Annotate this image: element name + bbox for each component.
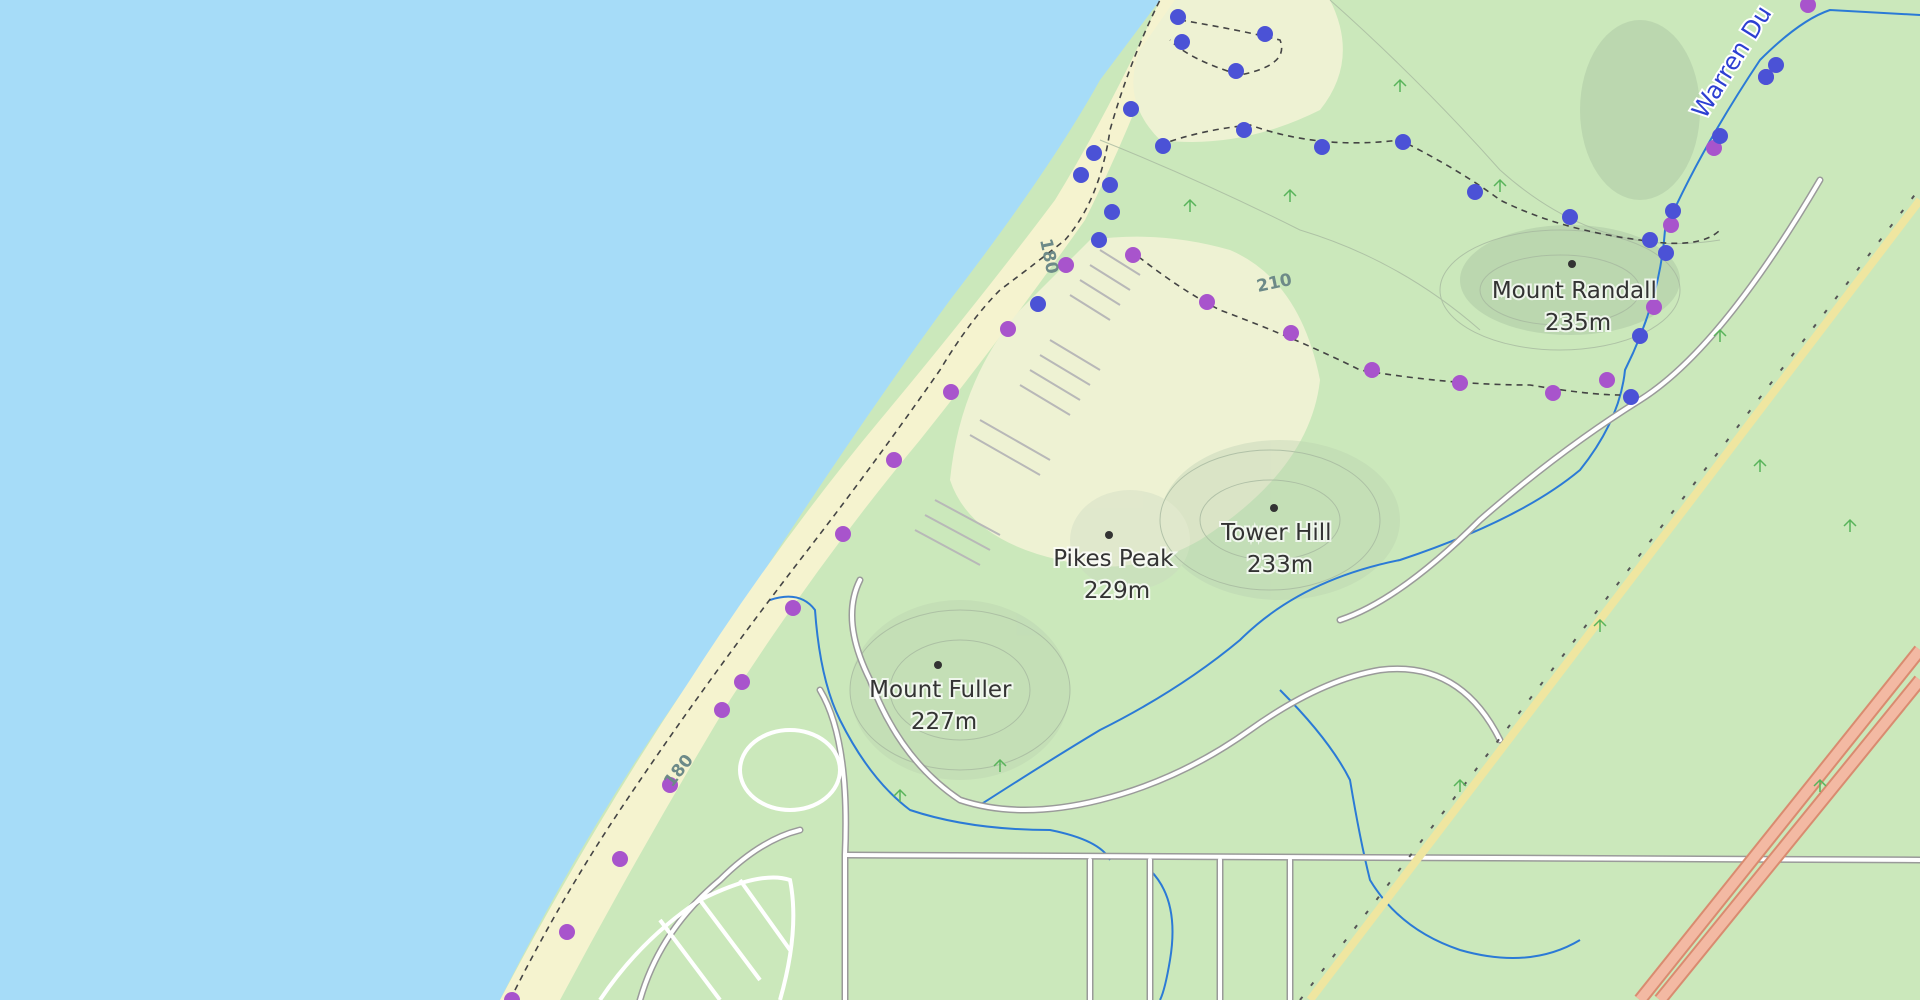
blue-route-marker[interactable] — [1174, 34, 1190, 50]
peak-elevation: 229m — [1084, 578, 1150, 604]
purple-route-marker[interactable] — [714, 702, 730, 718]
blue-route-marker[interactable] — [1395, 134, 1411, 150]
purple-route-marker[interactable] — [559, 924, 575, 940]
summit-dot — [1105, 531, 1113, 539]
purple-route-marker[interactable] — [835, 526, 851, 542]
blue-route-marker[interactable] — [1073, 167, 1089, 183]
peak-elevation: 227m — [911, 709, 977, 735]
purple-route-marker[interactable] — [943, 384, 959, 400]
blue-route-marker[interactable] — [1170, 9, 1186, 25]
purple-route-marker[interactable] — [1663, 217, 1679, 233]
blue-route-marker[interactable] — [1155, 138, 1171, 154]
peak-name: Tower Hill — [1220, 520, 1331, 546]
purple-route-marker[interactable] — [612, 851, 628, 867]
summit-dot — [934, 661, 942, 669]
purple-route-marker[interactable] — [1545, 385, 1561, 401]
purple-route-marker[interactable] — [1364, 362, 1380, 378]
blue-route-marker[interactable] — [1642, 232, 1658, 248]
purple-route-marker[interactable] — [1283, 325, 1299, 341]
purple-route-marker[interactable] — [1000, 321, 1016, 337]
blue-route-marker[interactable] — [1665, 203, 1681, 219]
purple-route-marker[interactable] — [734, 674, 750, 690]
peak-elevation: 233m — [1247, 552, 1313, 578]
blue-route-marker[interactable] — [1228, 63, 1244, 79]
blue-route-marker[interactable] — [1623, 389, 1639, 405]
peak-name: Pikes Peak — [1053, 546, 1174, 572]
blue-route-marker[interactable] — [1102, 177, 1118, 193]
purple-route-marker[interactable] — [886, 452, 902, 468]
blue-route-marker[interactable] — [1091, 232, 1107, 248]
blue-route-marker[interactable] — [1257, 26, 1273, 42]
summit-dot — [1568, 260, 1576, 268]
blue-route-marker[interactable] — [1123, 101, 1139, 117]
blue-route-marker[interactable] — [1632, 328, 1648, 344]
purple-route-marker[interactable] — [1199, 294, 1215, 310]
blue-route-marker[interactable] — [1236, 122, 1252, 138]
purple-route-marker[interactable] — [1125, 247, 1141, 263]
purple-route-marker[interactable] — [1599, 372, 1615, 388]
purple-route-marker[interactable] — [785, 600, 801, 616]
blue-route-marker[interactable] — [1467, 184, 1483, 200]
summit-dot — [1270, 504, 1278, 512]
blue-route-marker[interactable] — [1768, 57, 1784, 73]
peak-name: Mount Fuller — [869, 677, 1012, 703]
blue-route-marker[interactable] — [1030, 296, 1046, 312]
blue-route-marker[interactable] — [1086, 145, 1102, 161]
blue-route-marker[interactable] — [1314, 139, 1330, 155]
peak-name: Mount Randall — [1492, 278, 1657, 304]
blue-route-marker[interactable] — [1712, 128, 1728, 144]
blue-route-marker[interactable] — [1104, 204, 1120, 220]
peak-elevation: 235m — [1545, 310, 1611, 336]
blue-route-marker[interactable] — [1658, 245, 1674, 261]
topographic-map[interactable]: Mount Randall 235m Tower Hill 233m Pikes… — [0, 0, 1920, 1000]
blue-route-marker[interactable] — [1562, 209, 1578, 225]
purple-route-marker[interactable] — [1452, 375, 1468, 391]
